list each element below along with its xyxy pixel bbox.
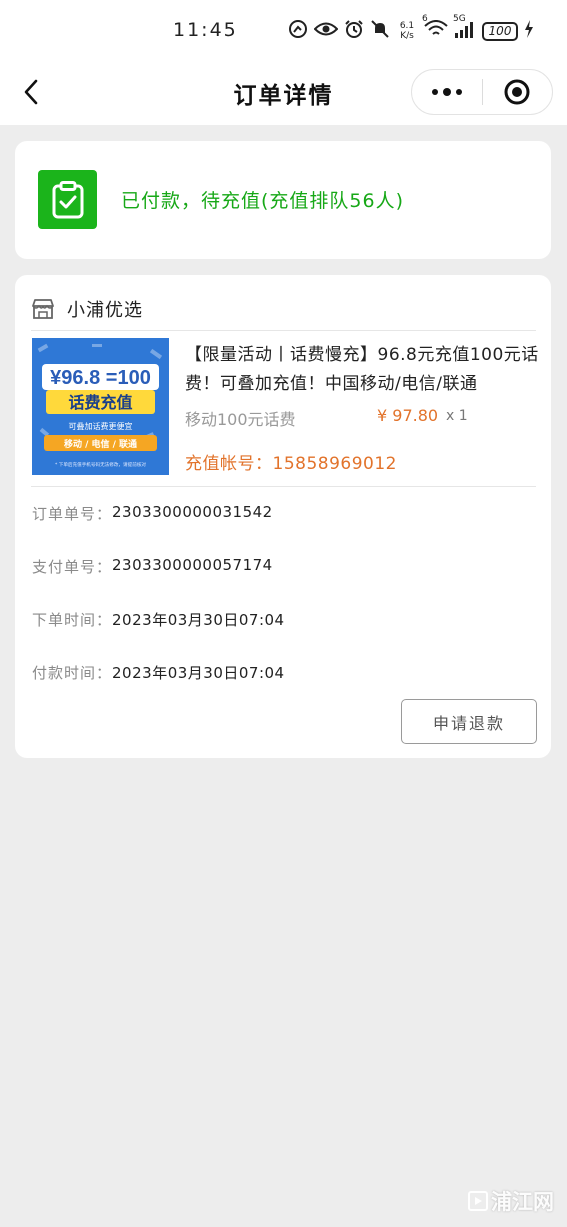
target-circle-icon [504,79,530,105]
alarm-icon [344,19,364,44]
watermark-logo-icon [468,1191,488,1211]
product-title[interactable]: 【限量活动丨话费慢充】96.8元充值100元话费！可叠加充值！中国移动/电信/联… [185,341,541,399]
recharge-account: 充值帐号：15858969012 [185,449,397,474]
status-time: 11:45 [173,19,238,41]
store-icon [32,299,54,319]
watermark: 浦江网 [468,1186,554,1216]
shop-name: 小浦优选 [67,300,143,321]
mute-icon [370,19,390,44]
close-button[interactable] [483,70,552,114]
order-time-row: 下单时间： 2023年03月30日07:04 [32,609,285,630]
payment-number-row: 支付单号： 2303300000057174 [32,556,273,577]
battery-icon: 100 [482,21,518,41]
image-sub-text: 可叠加话费更便宜 [69,421,133,431]
more-dots-icon [432,88,462,96]
clipboard-check-icon [38,170,97,229]
payment-time-label: 付款时间： [32,664,113,682]
wifi-icon: 6 [422,14,448,43]
payment-time-value: 2023年03月30日07:04 [112,664,285,682]
recharge-account-value: 15858969012 [272,454,397,474]
order-number-row: 订单单号： 2303300000031542 [32,503,273,524]
payment-time-row: 付款时间： 2023年03月30日07:04 [32,662,285,683]
payment-number-label: 支付单号： [32,558,113,576]
order-status-card: 已付款，待充值(充值排队56人) [15,141,551,259]
image-price-text: ¥96.8 =100 [50,367,151,389]
more-button[interactable] [412,70,482,114]
order-number-label: 订单单号： [32,505,113,523]
divider [31,330,536,331]
product-price: ¥ 97.80 [377,406,439,425]
status-bar: 11:45 6.1 K/s 6 5G 100 [0,0,567,62]
image-banner-text: 话费充值 [68,393,132,412]
eye-icon [313,20,339,43]
status-icons: 6.1 K/s 6 5G 100 [288,14,534,44]
order-detail-card: 小浦优选 ¥96.8 =100 话费充值 可叠加话费更便宜 移动 / 电信 / … [15,275,551,758]
refund-button[interactable]: 申请退款 [401,699,537,744]
shop-header[interactable]: 小浦优选 [31,295,143,323]
signal-icon: 5G [453,14,476,43]
mini-program-capsule [411,69,553,115]
hd-call-icon [288,19,308,44]
divider [31,486,536,487]
product-spec: 移动100元话费 [185,410,296,429]
watermark-text: 浦江网 [491,1190,554,1214]
order-status-text: 已付款，待充值(充值排队56人) [121,190,405,212]
image-footnote-text: * 下单后充值手机号码无法修改，请提前核对 [55,461,146,468]
recharge-account-label: 充值帐号： [185,454,273,474]
product-quantity: x 1 [446,408,468,424]
product-image[interactable]: ¥96.8 =100 话费充值 可叠加话费更便宜 移动 / 电信 / 联通 * … [32,338,169,475]
order-time-label: 下单时间： [32,611,113,629]
charging-icon [524,19,534,43]
order-number-value: 2303300000031542 [112,503,273,521]
order-time-value: 2023年03月30日07:04 [112,611,285,629]
net-speed: 6.1 K/s [399,21,415,41]
nav-bar: 订单详情 [0,62,567,125]
image-carriers-text: 移动 / 电信 / 联通 [64,438,137,450]
payment-number-value: 2303300000057174 [112,556,273,574]
